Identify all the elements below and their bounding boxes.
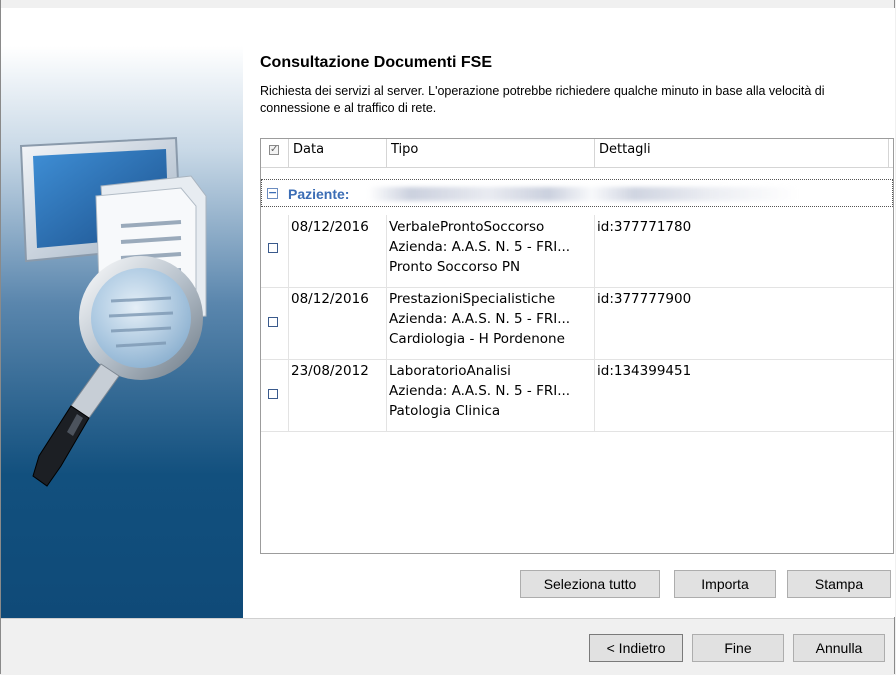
row-dettagli: id:377777900 (597, 291, 692, 307)
row-tipo-type: VerbaleProntoSoccorso (389, 219, 545, 235)
row-tipo-unit: Cardiologia - H Pordenone (389, 331, 565, 347)
header-checkbox[interactable]: ✓ (269, 144, 279, 155)
row-checkbox[interactable] (268, 243, 278, 253)
patient-label: Paziente: (288, 186, 350, 202)
import-button[interactable]: Importa (674, 570, 776, 598)
wizard-footer: < Indietro Fine Annulla (1, 618, 894, 675)
row-tipo: LaboratorioAnalisi Azienda: A.A.S. N. 5 … (387, 359, 595, 431)
wizard-content: Consultazione Documenti FSE Richiesta de… (244, 8, 895, 617)
row-checkbox-cell (261, 287, 289, 359)
table-row[interactable]: 08/12/2016 VerbaleProntoSoccorso Azienda… (261, 215, 893, 288)
row-checkbox-cell (261, 359, 289, 431)
documents-grid[interactable]: ✓ Data Tipo Dettagli − Paziente: 08/12/2… (260, 138, 894, 554)
row-dettagli: id:134399451 (597, 363, 692, 379)
row-checkbox[interactable] (268, 389, 278, 399)
column-header-data[interactable]: Data (289, 139, 387, 167)
magnifier-document-monitor-icon (19, 136, 207, 487)
print-button[interactable]: Stampa (787, 570, 891, 598)
row-tipo-type: PrestazioniSpecialistiche (389, 291, 556, 307)
row-tipo: PrestazioniSpecialistiche Azienda: A.A.S… (387, 287, 595, 359)
row-tipo-unit: Patologia Clinica (389, 403, 501, 419)
column-header-dettagli[interactable]: Dettagli (595, 139, 889, 167)
row-tipo-azienda: Azienda: A.A.S. N. 5 - FRI... (389, 239, 571, 255)
grid-header: ✓ Data Tipo Dettagli (261, 139, 893, 168)
collapse-icon[interactable]: − (267, 187, 278, 199)
wizard-window: Consultazione Documenti FSE Richiesta de… (0, 0, 895, 675)
back-button[interactable]: < Indietro (589, 634, 683, 662)
redacted-patient-name (368, 187, 798, 201)
column-header-tipo[interactable]: Tipo (387, 139, 595, 167)
page-description: Richiesta dei servizi al server. L'opera… (260, 84, 825, 115)
row-checkbox[interactable] (268, 317, 278, 327)
row-tipo: VerbaleProntoSoccorso Azienda: A.A.S. N.… (387, 215, 595, 287)
row-date: 08/12/2016 (289, 215, 387, 287)
top-strip (1, 0, 894, 8)
wizard-side-image (1, 46, 243, 618)
select-all-button[interactable]: Seleziona tutto (520, 570, 660, 598)
header-select-checkbox-cell[interactable]: ✓ (261, 139, 289, 167)
row-dettagli: id:377771780 (597, 219, 692, 235)
page-title: Consultazione Documenti FSE (260, 54, 493, 71)
cancel-button[interactable]: Annulla (793, 634, 885, 662)
row-tipo-azienda: Azienda: A.A.S. N. 5 - FRI... (389, 311, 571, 327)
row-tipo-unit: Pronto Soccorso PN (389, 259, 521, 275)
row-tipo-type: LaboratorioAnalisi (389, 363, 511, 379)
row-checkbox-cell (261, 215, 289, 287)
finish-button[interactable]: Fine (692, 634, 784, 662)
row-tipo-azienda: Azienda: A.A.S. N. 5 - FRI... (389, 383, 571, 399)
table-row[interactable]: 23/08/2012 LaboratorioAnalisi Azienda: A… (261, 359, 893, 432)
table-row[interactable]: 08/12/2016 PrestazioniSpecialistiche Azi… (261, 287, 893, 360)
row-date: 23/08/2012 (289, 359, 387, 431)
row-date: 08/12/2016 (289, 287, 387, 359)
patient-group-row[interactable]: − Paziente: (261, 179, 893, 207)
